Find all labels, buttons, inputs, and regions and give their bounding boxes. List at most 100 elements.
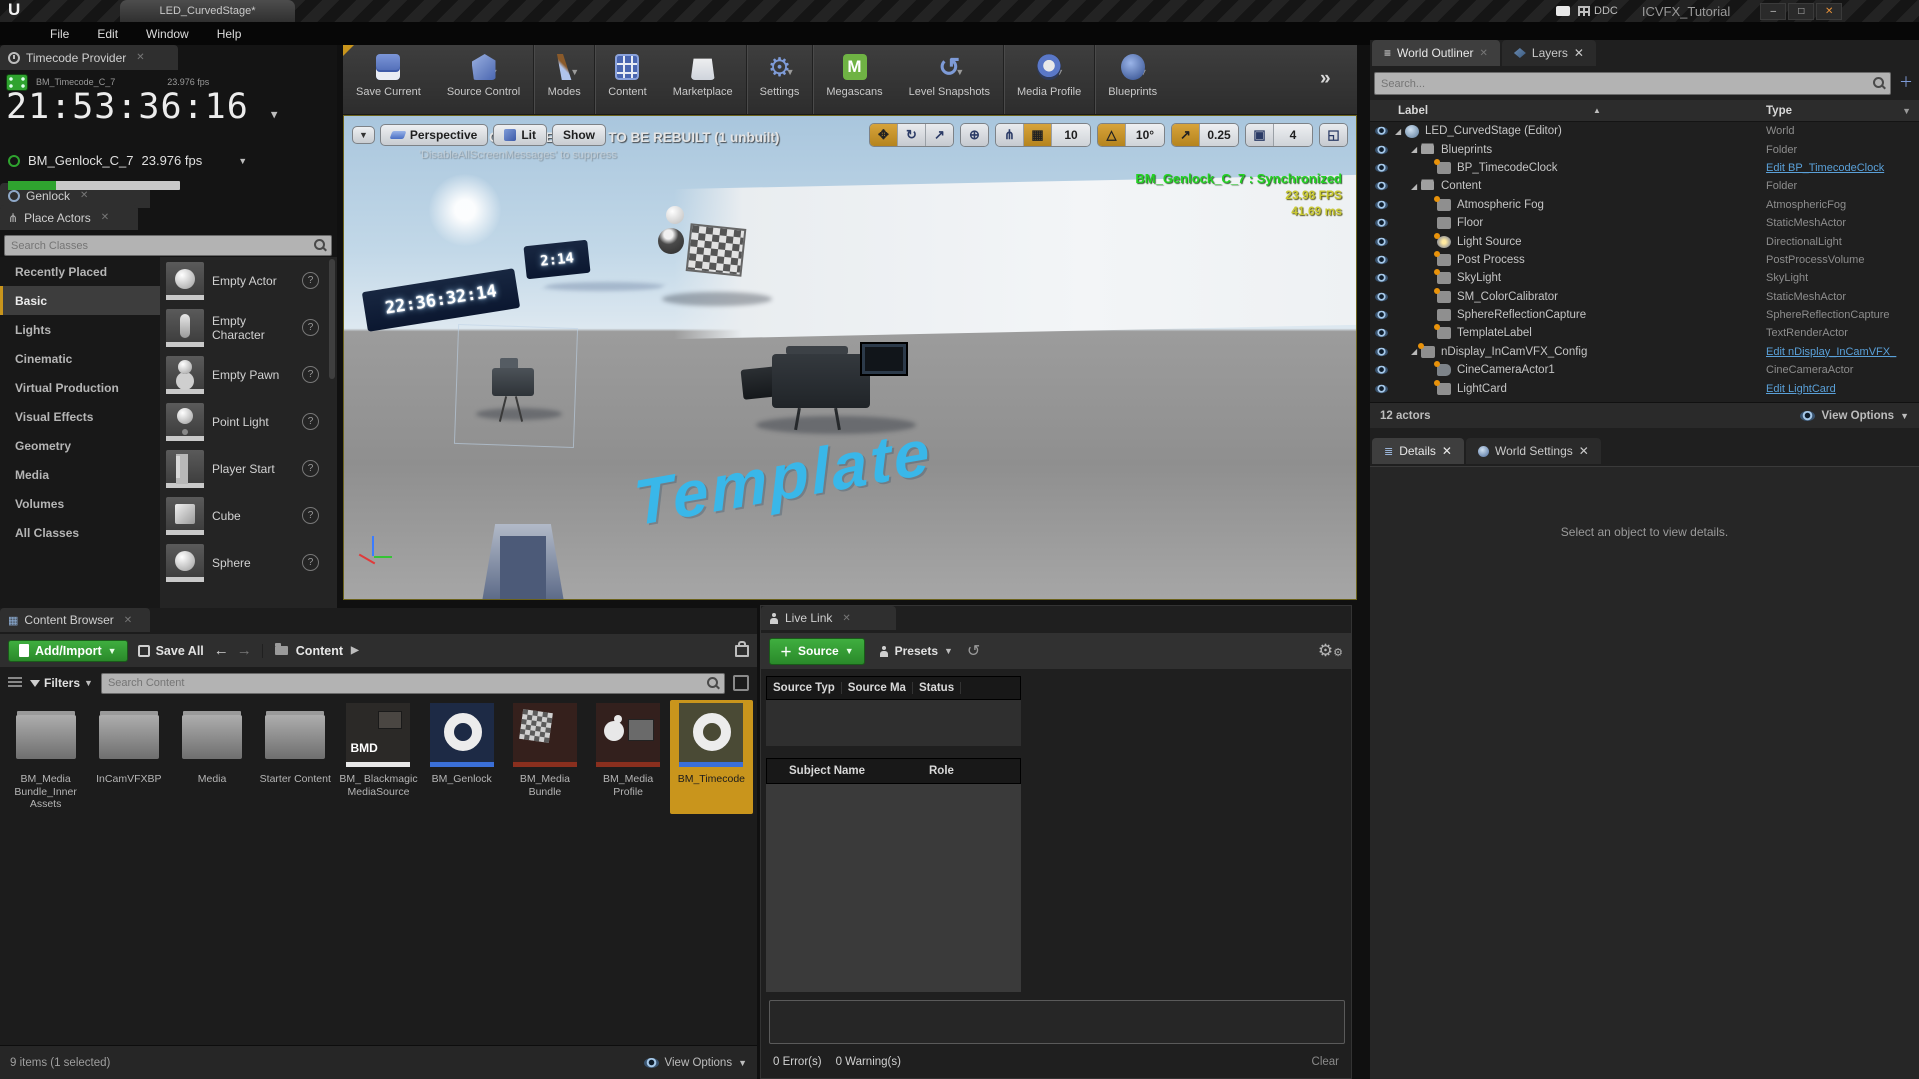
actor-type[interactable]: AtmosphericFog	[1766, 199, 1846, 211]
rotate-tool-button[interactable]: ↻	[898, 124, 926, 146]
search-classes-input[interactable]	[5, 240, 314, 252]
outliner-row[interactable]: LED_CurvedStage (Editor) World	[1370, 122, 1919, 140]
back-arrow-button[interactable]: ←	[214, 642, 229, 659]
actor-type[interactable]: Edit nDisplay_InCamVFX_	[1766, 346, 1896, 358]
asset-item[interactable]: BM_Media Bundle_Inner Assets	[4, 700, 87, 814]
outliner-row[interactable]: Floor StaticMeshActor	[1370, 214, 1919, 232]
help-icon[interactable]: ?	[302, 319, 319, 336]
actor-type[interactable]: PostProcessVolume	[1766, 254, 1864, 266]
search-content-input[interactable]	[102, 677, 707, 689]
maximize-button[interactable]: □	[1788, 3, 1814, 20]
level-tab[interactable]: LED_CurvedStage*	[120, 0, 295, 22]
role-header[interactable]: Role	[929, 765, 954, 777]
outliner-search[interactable]	[1374, 72, 1891, 95]
close-tab-icon[interactable]: ✕	[101, 212, 109, 223]
outliner-row[interactable]: Blueprints Folder	[1370, 140, 1919, 158]
column-header[interactable]: Source Typ	[767, 682, 842, 694]
subject-name-header[interactable]: Subject Name	[789, 765, 929, 777]
live-link-tab[interactable]: Live Link✕	[761, 606, 896, 630]
outliner-row[interactable]: Light Source DirectionalLight	[1370, 232, 1919, 250]
add-source-button[interactable]: ＋ Source ▼	[769, 638, 865, 665]
outliner-search-input[interactable]	[1375, 78, 1873, 90]
rotation-snap-value[interactable]: 10°	[1126, 124, 1164, 146]
outliner-column-header[interactable]: Label ▲ Type ▼	[1370, 100, 1919, 122]
visibility-eye-icon[interactable]	[1375, 219, 1388, 228]
asset-item[interactable]: BM_Media Profile	[587, 700, 670, 814]
grid-snap-value[interactable]: 10	[1052, 124, 1090, 146]
chevron-down-icon[interactable]: ▼	[1139, 67, 1148, 77]
subject-table-header[interactable]: Subject Name Role	[766, 758, 1021, 784]
viewport-options-button[interactable]: ▼	[352, 126, 375, 144]
outliner-row[interactable]: BP_TimecodeClock Edit BP_TimecodeClock	[1370, 159, 1919, 177]
category-item[interactable]: Basic	[0, 286, 160, 315]
message-log-box[interactable]	[769, 1000, 1345, 1044]
close-tab-icon[interactable]: ✕	[1579, 444, 1589, 458]
help-icon[interactable]: ?	[302, 413, 319, 430]
category-item[interactable]: Visual Effects	[0, 402, 160, 431]
toolbar-overflow-chevron[interactable]: »	[1320, 68, 1331, 90]
help-icon[interactable]: ?	[302, 554, 319, 571]
category-item[interactable]: Volumes	[0, 489, 160, 518]
asset-item[interactable]: InCamVFXBP	[87, 700, 170, 814]
place-actors-search[interactable]	[4, 235, 332, 256]
menu-item[interactable]: Edit	[83, 27, 132, 41]
chevron-down-icon[interactable]: ▼	[238, 156, 247, 166]
asset-item[interactable]: BM_Timecode	[670, 700, 753, 814]
chevron-down-icon[interactable]: ▼	[1055, 67, 1064, 77]
visibility-eye-icon[interactable]	[1375, 127, 1388, 136]
content-browser-tab[interactable]: ▦ Content Browser✕	[0, 608, 150, 632]
outliner-row[interactable]: Post Process PostProcessVolume	[1370, 251, 1919, 269]
toolbar-button[interactable]: ▼ Megascans	[812, 45, 895, 114]
minimize-button[interactable]: –	[1760, 3, 1786, 20]
forward-arrow-button[interactable]: →	[237, 642, 252, 659]
toolbar-button[interactable]: ↺▼ Level Snapshots	[896, 45, 1003, 114]
close-tab-icon[interactable]: ✕	[136, 52, 144, 63]
visibility-eye-icon[interactable]	[1375, 256, 1388, 265]
presets-button[interactable]: Presets▼	[879, 644, 953, 658]
placeable-actor-item[interactable]: Sphere ?	[160, 539, 337, 586]
chevron-down-icon[interactable]: ▼	[1902, 106, 1911, 116]
actor-type[interactable]: DirectionalLight	[1766, 236, 1842, 248]
source-table-body[interactable]	[766, 700, 1021, 746]
outliner-row[interactable]: TemplateLabel TextRenderActor	[1370, 324, 1919, 342]
visibility-eye-icon[interactable]	[1375, 292, 1388, 301]
outliner-row[interactable]: SphereReflectionCapture SphereReflection…	[1370, 306, 1919, 324]
level-viewport[interactable]: 22:36:32:14 2:14 Template REFLECTION CAP…	[343, 115, 1357, 600]
lock-icon[interactable]	[735, 645, 749, 657]
place-actors-tab[interactable]: ⋔ Place Actors✕	[0, 205, 138, 230]
gear-icon[interactable]: ⚙⚙	[1318, 641, 1343, 661]
lit-mode-button[interactable]: Lit	[493, 124, 547, 146]
scrollbar-thumb[interactable]	[329, 259, 335, 379]
actor-type[interactable]: Edit LightCard	[1766, 383, 1836, 395]
outliner-row[interactable]: SM_ColorCalibrator StaticMeshActor	[1370, 288, 1919, 306]
asset-item[interactable]: BM_Genlock	[420, 700, 503, 814]
source-table-header[interactable]: Source TypSource MaStatus	[766, 676, 1021, 700]
outliner-row[interactable]: nDisplay_InCamVFX_Config Edit nDisplay_I…	[1370, 343, 1919, 361]
save-all-button[interactable]: Save All	[138, 644, 204, 658]
help-icon[interactable]: ?	[302, 460, 319, 477]
asset-item[interactable]: Starter Content	[254, 700, 337, 814]
layout-icon[interactable]	[1556, 6, 1570, 16]
actor-type[interactable]: CineCameraActor	[1766, 364, 1853, 376]
perspective-button[interactable]: Perspective	[380, 124, 488, 146]
label-column-header[interactable]: Label	[1370, 105, 1428, 117]
toolbar-button[interactable]: ▼ Media Profile	[1003, 45, 1094, 114]
maximize-viewport-button[interactable]: ◱	[1320, 124, 1347, 146]
timecode-provider-tab[interactable]: Timecode Provider✕	[0, 45, 178, 70]
expand-arrow-icon[interactable]	[1411, 145, 1421, 154]
toolbar-button[interactable]: ⚙▼ Settings	[746, 45, 813, 114]
category-item[interactable]: Media	[0, 460, 160, 489]
breadcrumb-arrow-icon[interactable]: ▶	[351, 645, 359, 656]
category-item[interactable]: Cinematic	[0, 344, 160, 373]
category-item[interactable]: Geometry	[0, 431, 160, 460]
visibility-eye-icon[interactable]	[1375, 274, 1388, 283]
asset-item[interactable]: BMD BM_ Blackmagic MediaSource	[337, 700, 420, 814]
close-tab-icon[interactable]: ✕	[842, 613, 850, 624]
details-tab[interactable]: ≣ Details✕	[1372, 438, 1464, 464]
close-tab-icon[interactable]: ✕	[80, 190, 88, 201]
world-settings-tab[interactable]: World Settings✕	[1466, 438, 1601, 464]
expand-arrow-icon[interactable]	[1411, 182, 1421, 191]
chevron-down-icon[interactable]: ▼	[955, 67, 964, 77]
asset-item[interactable]: Media	[170, 700, 253, 814]
toolbar-button[interactable]: ▼ Modes	[533, 45, 594, 114]
